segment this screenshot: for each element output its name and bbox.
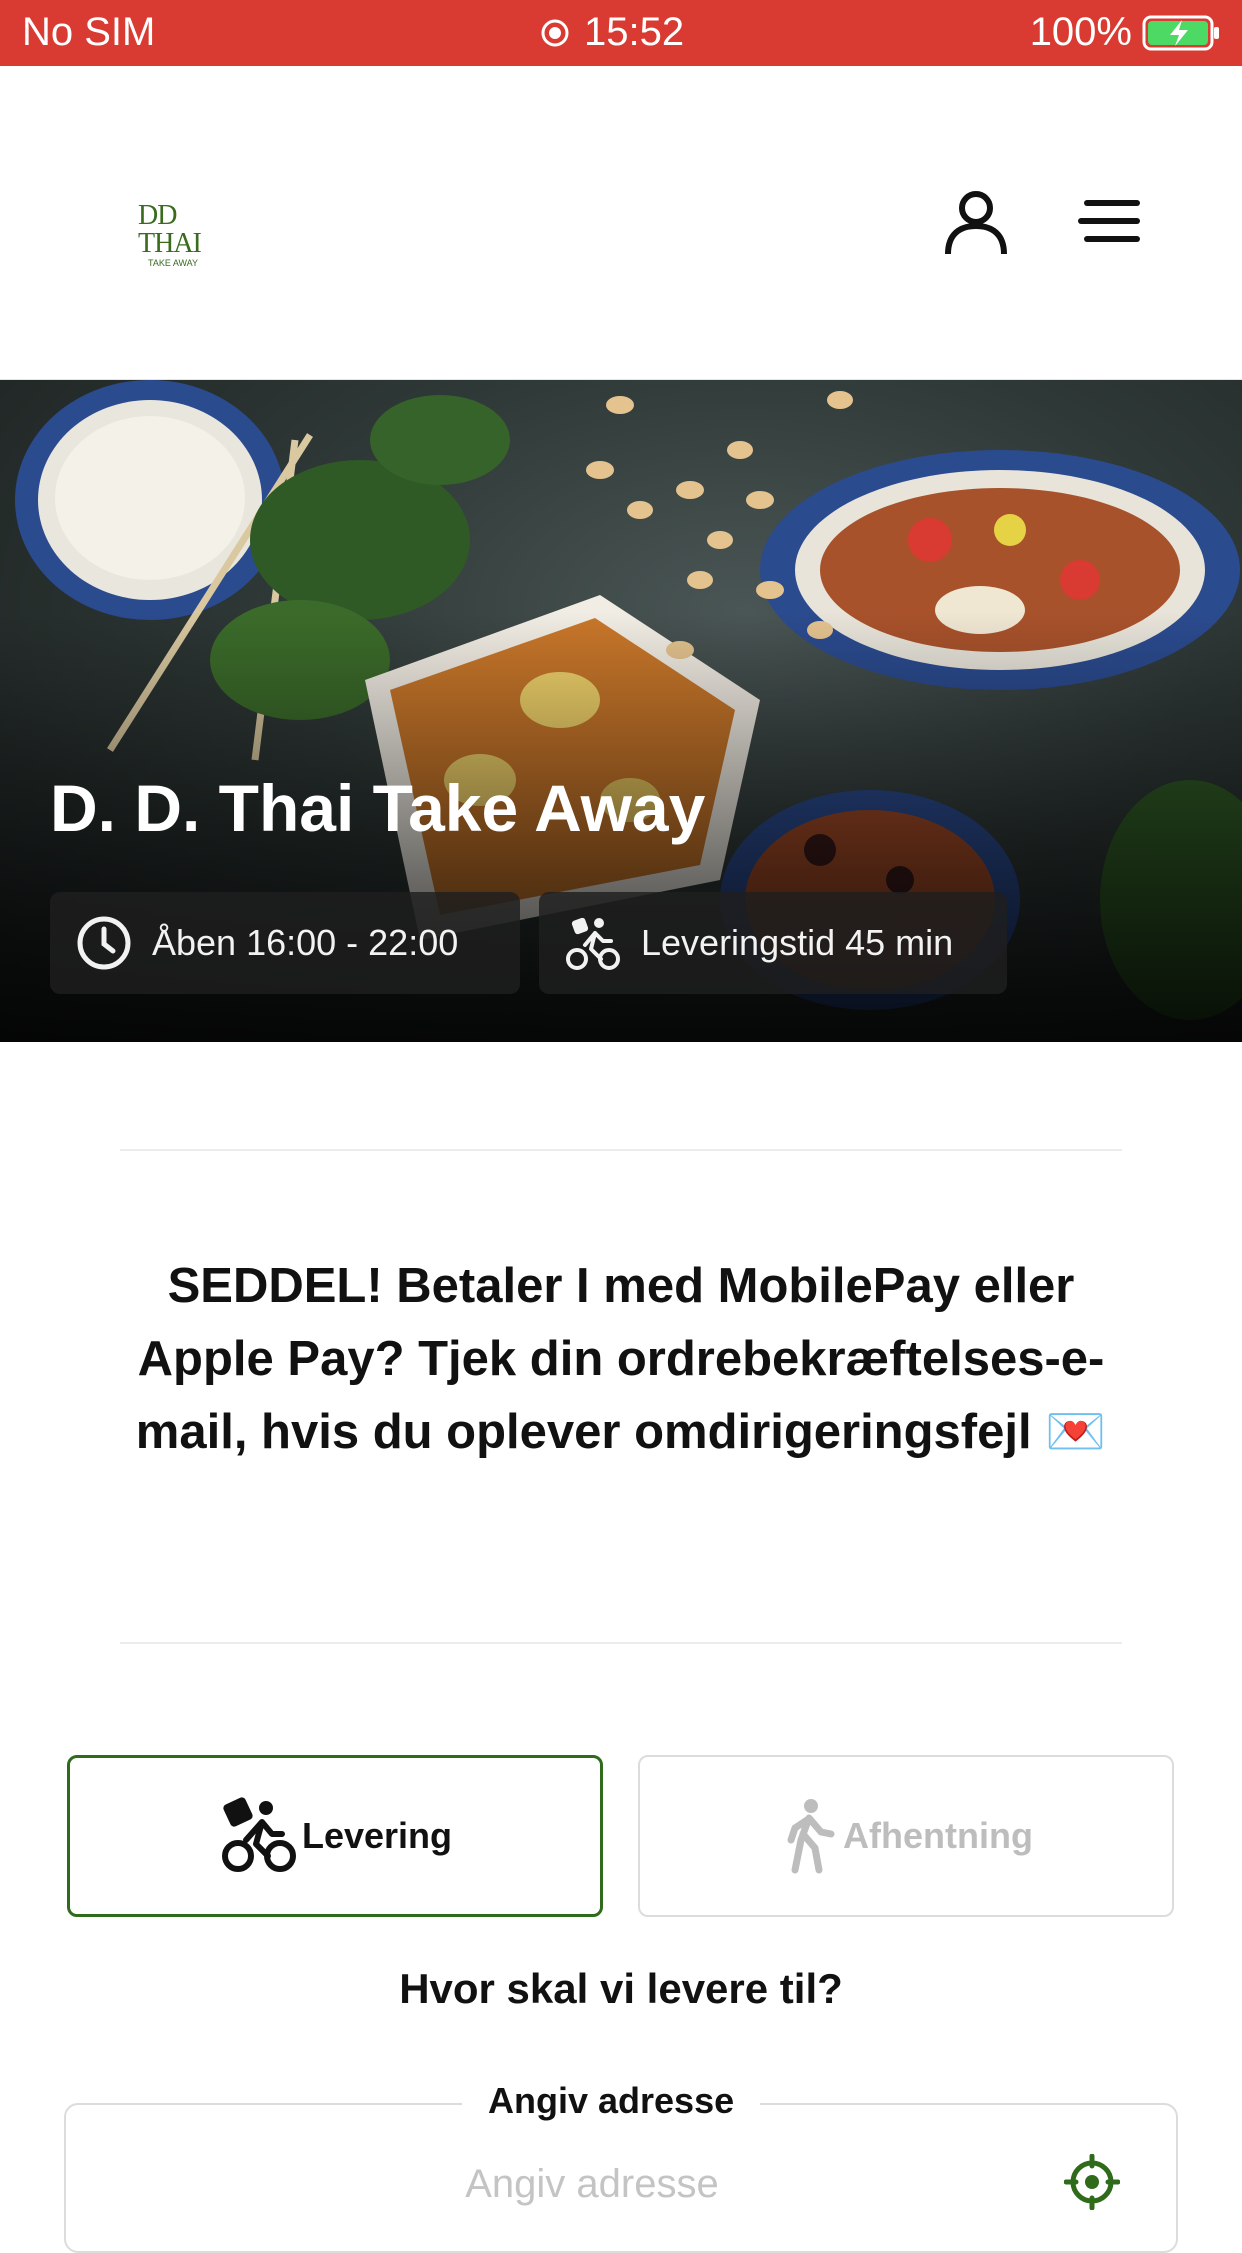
delivery-mode-button[interactable]: Levering: [67, 1755, 603, 1917]
delivery-mode-label: Levering: [301, 1815, 453, 1856]
status-center: 15:52: [540, 10, 684, 55]
clock-icon: [77, 916, 131, 970]
pickup-mode-label: Afhentning: [843, 1815, 1033, 1856]
walking-icon: [787, 1799, 835, 1874]
app-header: DD THAI TAKE AWAY: [0, 66, 1242, 380]
bike-delivery-icon: [221, 1797, 296, 1872]
menu-icon[interactable]: [1078, 196, 1142, 248]
status-bar: No SIM 15:52 100%: [0, 0, 1242, 66]
bike-delivery-icon: [566, 917, 620, 970]
delivery-time-chip: Leveringstid 45 min: [539, 892, 1007, 994]
address-field-label: Angiv adresse: [462, 2080, 761, 2122]
recording-icon: [541, 19, 569, 46]
status-right: 100%: [1030, 10, 1222, 55]
opening-hours-chip: Åben 16:00 - 22:00: [50, 892, 520, 994]
locate-icon[interactable]: [1064, 2154, 1120, 2210]
delivery-question: Hvor skal vi levere til?: [399, 1965, 843, 2012]
carrier-label: No SIM: [22, 10, 156, 54]
user-icon[interactable]: [940, 186, 1012, 258]
battery-percentage: 100%: [1029, 10, 1132, 54]
payment-notice: SEDDEL! Betaler I med MobilePay eller Ap…: [135, 1259, 1107, 1459]
divider-bottom: [120, 1642, 1122, 1644]
restaurant-name: D. D. Thai Take Away: [50, 771, 706, 845]
divider-top: [120, 1149, 1122, 1151]
pickup-mode-button[interactable]: Afhentning: [638, 1755, 1174, 1917]
delivery-time-text: Leveringstid 45 min: [641, 922, 954, 963]
battery-charging-icon: [1142, 15, 1219, 50]
address-input[interactable]: [90, 2148, 1094, 2220]
opening-hours-text: Åben 16:00 - 22:00: [152, 922, 459, 963]
logo-text: DD THAI: [138, 200, 202, 259]
hero-banner: D. D. Thai Take Away Åben 16:00 - 22:00 …: [0, 380, 1242, 1042]
status-time: 15:52: [584, 10, 685, 54]
restaurant-logo[interactable]: DD THAI TAKE AWAY: [138, 202, 228, 269]
logo-subtext: TAKE AWAY: [148, 258, 199, 268]
